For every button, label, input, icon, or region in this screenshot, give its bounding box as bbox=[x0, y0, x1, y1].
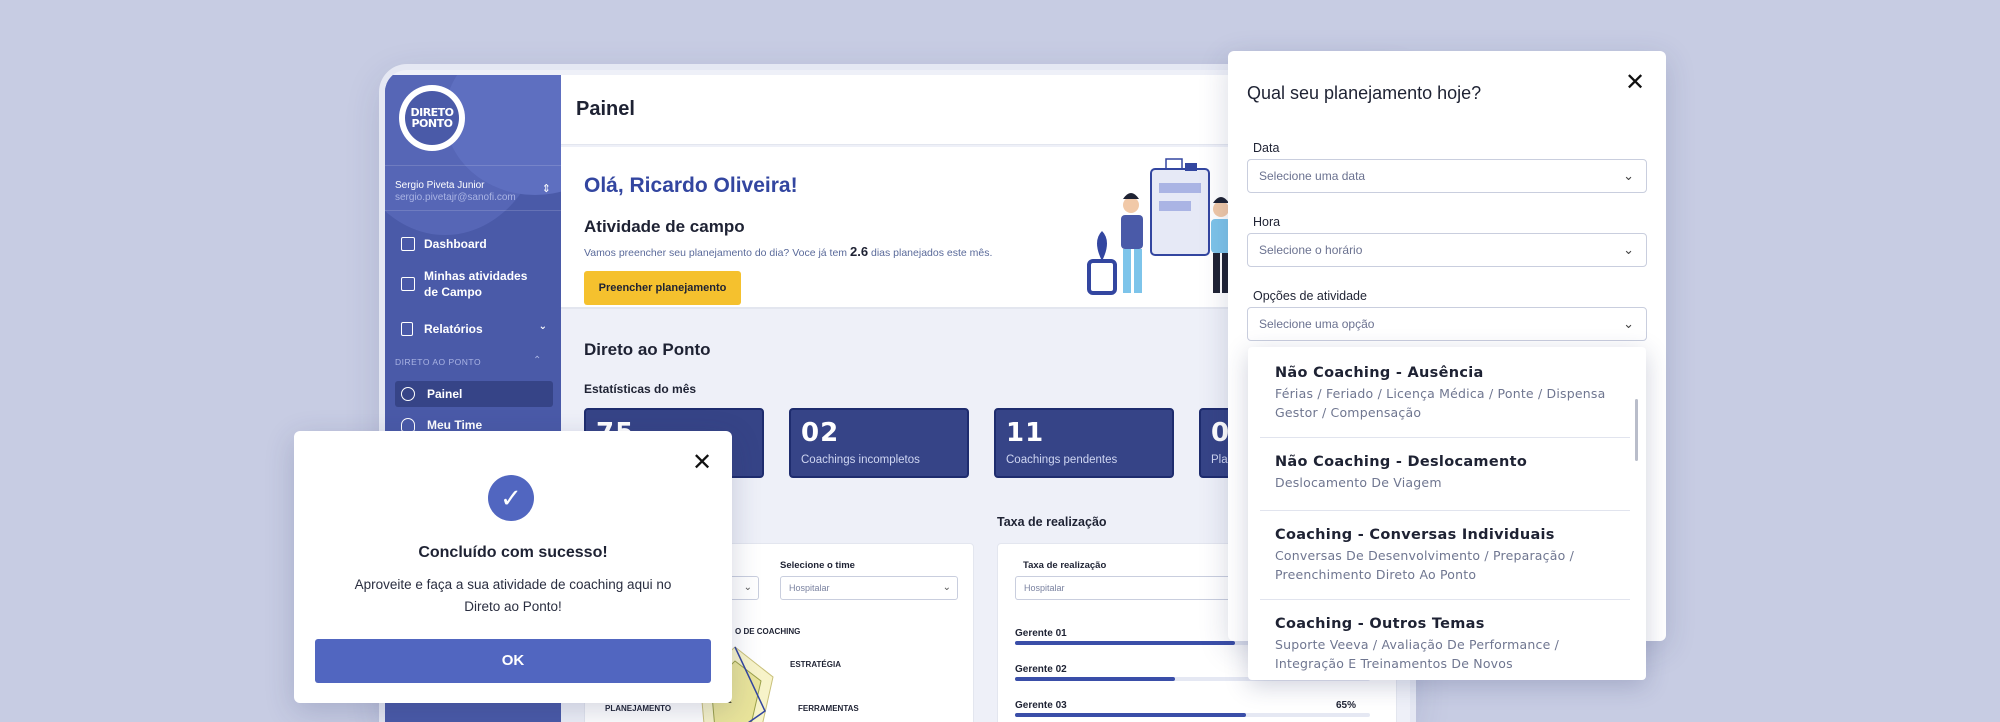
scrollbar[interactable] bbox=[1635, 399, 1638, 461]
manager-progress-fill bbox=[1015, 641, 1236, 645]
stat-label: Coachings incompletos bbox=[801, 454, 920, 466]
stat-label: Coachings pendentes bbox=[1006, 454, 1118, 466]
date-select[interactable]: Selecione uma data ⌄ bbox=[1247, 159, 1647, 193]
chevron-down-icon: ⌄ bbox=[743, 582, 752, 593]
sidebar-item-painel[interactable]: Painel bbox=[385, 386, 561, 406]
calendar-icon bbox=[401, 277, 415, 291]
team-select[interactable]: Hospitalar ⌄ bbox=[780, 576, 958, 600]
close-icon[interactable]: ✕ bbox=[1625, 71, 1645, 95]
activity-option[interactable]: Não Coaching - Ausência Férias / Feriado… bbox=[1275, 365, 1615, 422]
option-desc: Férias / Feriado / Licença Médica / Pont… bbox=[1275, 386, 1606, 420]
section-title: Direto ao Ponto bbox=[584, 340, 711, 359]
activity-option[interactable]: Não Coaching - Deslocamento Deslocamento… bbox=[1275, 454, 1615, 492]
stat-card[interactable]: 11 Coachings pendentes bbox=[994, 408, 1174, 478]
page-title: Painel bbox=[576, 98, 635, 120]
activity-select[interactable]: Selecione uma opção ⌄ bbox=[1247, 307, 1647, 341]
radar-label: ESTRATÉGIA bbox=[790, 660, 841, 669]
pie-chart-icon bbox=[401, 387, 415, 401]
manager-label: Gerente 02 bbox=[1015, 664, 1067, 675]
chevron-down-icon: ⌄ bbox=[942, 582, 951, 593]
stat-value: 02 bbox=[801, 418, 840, 448]
sidebar-item-atividades[interactable]: Minhas atividades de Campo bbox=[385, 268, 561, 302]
sidebar-item-dashboard[interactable]: Dashboard bbox=[385, 235, 561, 255]
field-illustration bbox=[1087, 158, 1231, 295]
ok-button[interactable]: OK bbox=[315, 639, 711, 683]
chevron-down-icon: ⌄ bbox=[538, 321, 547, 332]
activity-title: Atividade de campo bbox=[584, 217, 745, 236]
rate-title: Taxa de realização bbox=[997, 515, 1107, 529]
option-desc: Deslocamento De Viagem bbox=[1275, 475, 1442, 490]
sidebar-item-label: Minhas atividades de Campo bbox=[424, 269, 528, 299]
option-title: Não Coaching - Ausência bbox=[1275, 365, 1484, 381]
sidebar-item-label: Relatórios bbox=[424, 322, 483, 336]
chevron-down-icon: ⌄ bbox=[1623, 316, 1634, 331]
document-icon bbox=[401, 322, 413, 336]
stat-card[interactable]: 02 Coachings incompletos bbox=[789, 408, 969, 478]
greeting: Olá, Ricardo Oliveira! bbox=[584, 174, 798, 197]
sidebar-section-title: DIRETO AO PONTO ⌃ bbox=[395, 355, 542, 367]
check-icon: ✓ bbox=[488, 475, 534, 521]
logo[interactable]: DIRETO PONTO bbox=[399, 85, 465, 151]
success-message: Aproveite e faça a sua atividade de coac… bbox=[354, 577, 672, 614]
activity-option[interactable]: Coaching - Conversas Individuais Convers… bbox=[1275, 527, 1615, 584]
manager-label: Gerente 03 bbox=[1015, 700, 1067, 711]
option-title: Coaching - Conversas Individuais bbox=[1275, 527, 1555, 543]
option-title: Não Coaching - Deslocamento bbox=[1275, 454, 1528, 470]
user-switcher[interactable]: Sergio Piveta Junior sergio.pivetajr@san… bbox=[385, 165, 561, 211]
rate-select-label: Taxa de realização bbox=[1023, 560, 1107, 571]
logo-text: DIRETO PONTO bbox=[405, 91, 459, 145]
manager-label: Gerente 01 bbox=[1015, 628, 1067, 639]
close-icon[interactable]: ✕ bbox=[692, 451, 712, 475]
user-email: sergio.pivetajr@sanofi.com bbox=[395, 192, 516, 203]
manager-progress-fill bbox=[1015, 713, 1246, 717]
stat-label: Pla bbox=[1211, 454, 1228, 466]
sidebar-item-label: Dashboard bbox=[424, 237, 487, 251]
user-icon bbox=[401, 418, 415, 432]
activity-option[interactable]: Coaching - Outros Temas Suporte Veeva / … bbox=[1275, 616, 1615, 673]
success-modal: ✕ ✓ Concluído com sucesso! Aproveite e f… bbox=[294, 431, 732, 703]
time-label: Hora bbox=[1253, 215, 1281, 229]
radar-title: O DE COACHING bbox=[735, 627, 801, 636]
success-title: Concluído com sucesso! bbox=[418, 544, 608, 561]
radar-label: FERRAMENTAS bbox=[798, 704, 859, 713]
option-title: Coaching - Outros Temas bbox=[1275, 616, 1485, 632]
option-desc: Conversas De Desenvolvimento / Preparaçã… bbox=[1275, 548, 1575, 582]
user-name: Sergio Piveta Junior bbox=[395, 180, 485, 191]
chart-icon bbox=[401, 237, 415, 251]
manager-progress-fill bbox=[1015, 677, 1175, 681]
stats-title: Estatísticas do mês bbox=[584, 382, 697, 396]
chevron-down-icon: ⌄ bbox=[1623, 168, 1634, 183]
modal-title: Qual seu planejamento hoje? bbox=[1247, 83, 1482, 103]
stat-value: 11 bbox=[1006, 418, 1045, 448]
fill-planning-button[interactable]: Preencher planejamento bbox=[584, 271, 741, 305]
select-time-label: Selecione o time bbox=[780, 560, 855, 571]
activity-label: Opções de atividade bbox=[1253, 289, 1367, 303]
date-label: Data bbox=[1253, 141, 1280, 155]
activity-subtitle: Vamos preencher seu planejamento do dia?… bbox=[584, 244, 993, 259]
manager-percent: 65% bbox=[1336, 700, 1357, 711]
time-select[interactable]: Selecione o horário ⌄ bbox=[1247, 233, 1647, 267]
sidebar-item-label: Painel bbox=[427, 387, 463, 401]
chevron-updown-icon: ⇕ bbox=[541, 183, 551, 195]
option-desc: Suporte Veeva / Avaliação De Performance… bbox=[1275, 637, 1560, 671]
chevron-down-icon: ⌄ bbox=[1623, 242, 1634, 257]
sidebar-item-relatorios[interactable]: Relatórios ⌄ bbox=[385, 320, 561, 340]
activity-dropdown: Não Coaching - Ausência Férias / Feriado… bbox=[1248, 347, 1646, 680]
radar-label: PLANEJAMENTO bbox=[605, 704, 672, 713]
manager-progress bbox=[1015, 713, 1370, 717]
